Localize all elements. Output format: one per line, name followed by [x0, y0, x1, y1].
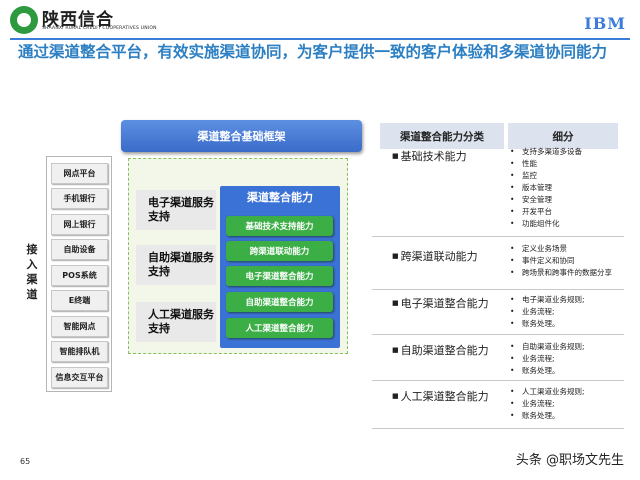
bullet-icon: ■ — [392, 299, 399, 307]
bullet-icon: ■ — [392, 152, 399, 160]
bullet-icon: ■ — [392, 252, 399, 260]
detail-item: 跨场景和跨事件的数据分享 — [510, 267, 628, 279]
category-label: 电子渠道整合能力 — [400, 297, 489, 310]
capability-item: 自助渠道整合能力 — [226, 292, 333, 312]
row-divider — [372, 289, 624, 290]
capability-item: 基础技术支持能力 — [226, 216, 333, 236]
table-row-details: 电子渠道业务规则; 业务流程; 账务处理。 — [510, 294, 628, 330]
row-divider — [372, 380, 624, 381]
category-label: 人工渠道整合能力 — [400, 390, 489, 403]
channel-item: POS系统 — [51, 265, 108, 286]
table-row-category: ■ 基础技术能力 — [392, 148, 467, 164]
detail-item: 业务流程; — [510, 306, 628, 318]
service-support-manual: 人工渠道服务支持 — [136, 302, 216, 342]
channel-item: 网上银行 — [51, 214, 108, 235]
channel-item: E终端 — [51, 290, 108, 311]
detail-item: 账务处理。 — [510, 318, 628, 330]
channel-item: 智能网点 — [51, 316, 108, 337]
detail-item: 事件定义和协同 — [510, 255, 628, 267]
watermark: 头条 @职场文先生 — [515, 453, 624, 468]
framework-header: 渠道整合基础框架 — [121, 120, 362, 152]
table-row-category: ■ 电子渠道整合能力 — [392, 295, 489, 311]
table-row-details: 定义业务场景 事件定义和协同 跨场景和跨事件的数据分享 — [510, 243, 628, 279]
channel-item: 网点平台 — [51, 163, 108, 184]
logo-english-line1: SHAANXI RURAL CREDIT COOPERATIVES UNION — [42, 26, 157, 31]
detail-item: 版本管理 — [510, 182, 628, 194]
channel-list: 网点平台 手机银行 网上银行 自助设备 POS系统 E终端 智能网点 智能排队机… — [46, 156, 112, 392]
logo-emblem-icon — [10, 6, 38, 34]
detail-item: 电子渠道业务规则; — [510, 294, 628, 306]
header-divider — [10, 38, 630, 40]
integration-capability-box: 渠道整合能力 基础技术支持能力 跨渠道联动能力 电子渠道整合能力 自助渠道整合能… — [220, 186, 340, 348]
service-support-electronic: 电子渠道服务支持 — [136, 190, 216, 230]
capability-item: 人工渠道整合能力 — [226, 318, 333, 338]
detail-item: 性能 — [510, 158, 628, 170]
capability-item: 电子渠道整合能力 — [226, 266, 333, 286]
bullet-icon: ■ — [392, 346, 399, 354]
capability-title: 渠道整合能力 — [247, 191, 313, 204]
detail-item: 支持多渠道多设备 — [510, 146, 628, 158]
row-divider — [372, 334, 624, 335]
table-header-category: 渠道整合能力分类 — [380, 123, 504, 149]
table-row-category: ■ 自助渠道整合能力 — [392, 342, 489, 358]
table-row-category: ■ 跨渠道联动能力 — [392, 248, 478, 264]
detail-item: 开发平台 — [510, 206, 628, 218]
ibm-logo: IBM — [584, 14, 626, 33]
detail-item: 人工渠道业务规则; — [510, 386, 628, 398]
category-label: 基础技术能力 — [400, 150, 467, 163]
table-row-details: 自助渠道业务规则; 业务流程; 账务处理。 — [510, 341, 628, 377]
channel-item: 自助设备 — [51, 239, 108, 260]
table-row-category: ■ 人工渠道整合能力 — [392, 388, 489, 404]
page-number: 65 — [20, 457, 31, 466]
page-title: 通过渠道整合平台，有效实施渠道协同，为客户提供一致的客户体验和多渠道协同能力 — [18, 43, 608, 61]
detail-item: 功能组件化 — [510, 218, 628, 230]
access-channel-label: 接入渠道 — [26, 243, 38, 301]
detail-item: 监控 — [510, 170, 628, 182]
detail-item: 账务处理。 — [510, 410, 628, 422]
service-support-self-service: 自助渠道服务支持 — [136, 245, 216, 285]
table-row-details: 支持多渠道多设备 性能 监控 版本管理 安全管理 开发平台 功能组件化 — [510, 146, 628, 230]
channel-item: 手机银行 — [51, 188, 108, 209]
channel-item: 智能排队机 — [51, 341, 108, 362]
capability-item: 跨渠道联动能力 — [226, 241, 333, 261]
detail-item: 安全管理 — [510, 194, 628, 206]
detail-item: 业务流程; — [510, 353, 628, 365]
row-divider — [372, 428, 624, 429]
detail-item: 自助渠道业务规则; — [510, 341, 628, 353]
category-label: 跨渠道联动能力 — [400, 250, 478, 263]
row-divider — [372, 236, 624, 237]
table-row-details: 人工渠道业务规则; 业务流程; 账务处理。 — [510, 386, 628, 422]
detail-item: 业务流程; — [510, 398, 628, 410]
category-label: 自助渠道整合能力 — [400, 344, 489, 357]
detail-item: 定义业务场景 — [510, 243, 628, 255]
channel-item: 信息交互平台 — [51, 367, 108, 388]
shaanxi-xinhe-logo: 陕西信合 SHAANXI RURAL CREDIT COOPERATIVES U… — [10, 5, 156, 35]
detail-item: 账务处理。 — [510, 365, 628, 377]
bullet-icon: ■ — [392, 392, 399, 400]
